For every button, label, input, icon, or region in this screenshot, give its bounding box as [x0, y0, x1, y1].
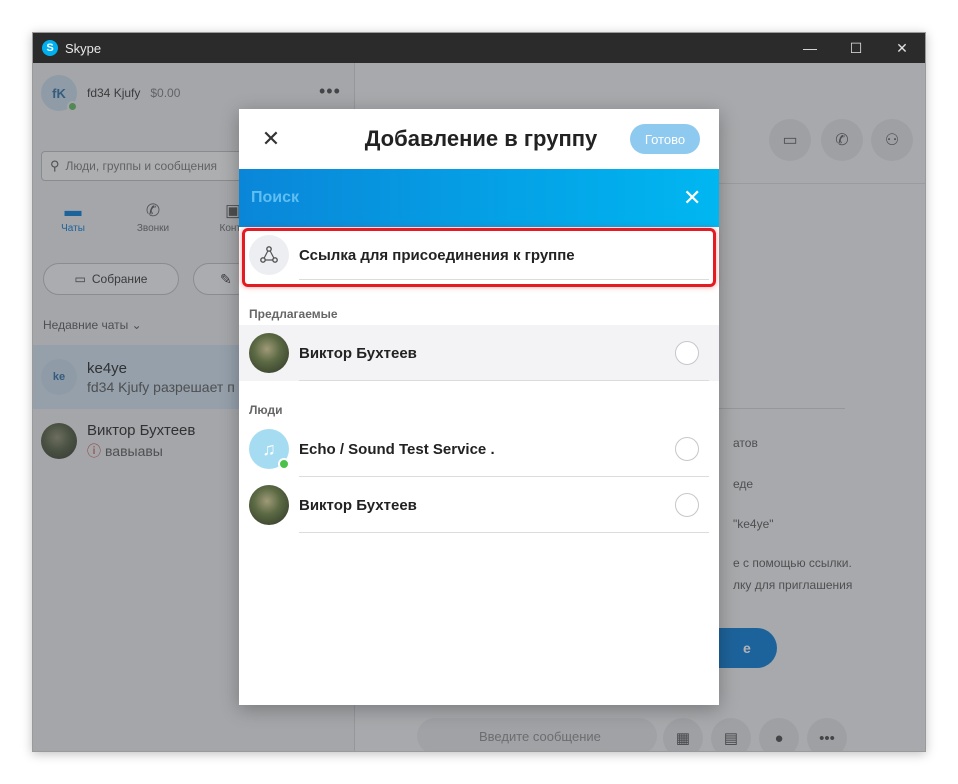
contact-row[interactable]: ♫ Echo / Sound Test Service . — [239, 421, 719, 477]
row-divider — [299, 380, 709, 381]
window-title: Skype — [65, 40, 102, 56]
maximize-button[interactable]: ☐ — [833, 33, 879, 63]
dialog-search-placeholder: Поиск — [251, 189, 300, 206]
contact-avatar: ♫ — [249, 429, 290, 470]
contact-name: Виктор Бухтеев — [299, 496, 417, 514]
title-bar: S Skype — ☐ ✕ — [33, 33, 925, 63]
minimize-button[interactable]: — — [787, 33, 833, 63]
group-link-highlight — [242, 228, 716, 287]
close-window-button[interactable]: ✕ — [879, 33, 925, 63]
contact-avatar — [249, 485, 289, 525]
dialog-search-bar[interactable]: Поиск ✕ — [239, 169, 719, 227]
window-controls: — ☐ ✕ — [787, 33, 925, 63]
done-button[interactable]: Готово — [630, 124, 700, 154]
select-contact-checkbox[interactable] — [675, 493, 699, 517]
contact-row[interactable]: Виктор Бухтеев — [239, 325, 719, 381]
add-to-group-dialog: ✕ Добавление в группу Готово Поиск ✕ Ссы… — [239, 109, 719, 705]
suggested-section-label: Предлагаемые — [249, 307, 338, 321]
select-contact-checkbox[interactable] — [675, 341, 699, 365]
headset-icon: ♫ — [262, 438, 276, 459]
skype-logo-icon: S — [42, 40, 58, 56]
contact-row[interactable]: Виктор Бухтеев — [239, 477, 719, 533]
people-section-label: Люди — [249, 403, 283, 417]
clear-search-icon[interactable]: ✕ — [683, 185, 701, 211]
contact-avatar — [249, 333, 289, 373]
online-status-icon — [278, 458, 290, 470]
select-contact-checkbox[interactable] — [675, 437, 699, 461]
contact-name: Echo / Sound Test Service . — [299, 440, 495, 458]
contact-name: Виктор Бухтеев — [299, 344, 417, 362]
row-divider — [299, 532, 709, 533]
